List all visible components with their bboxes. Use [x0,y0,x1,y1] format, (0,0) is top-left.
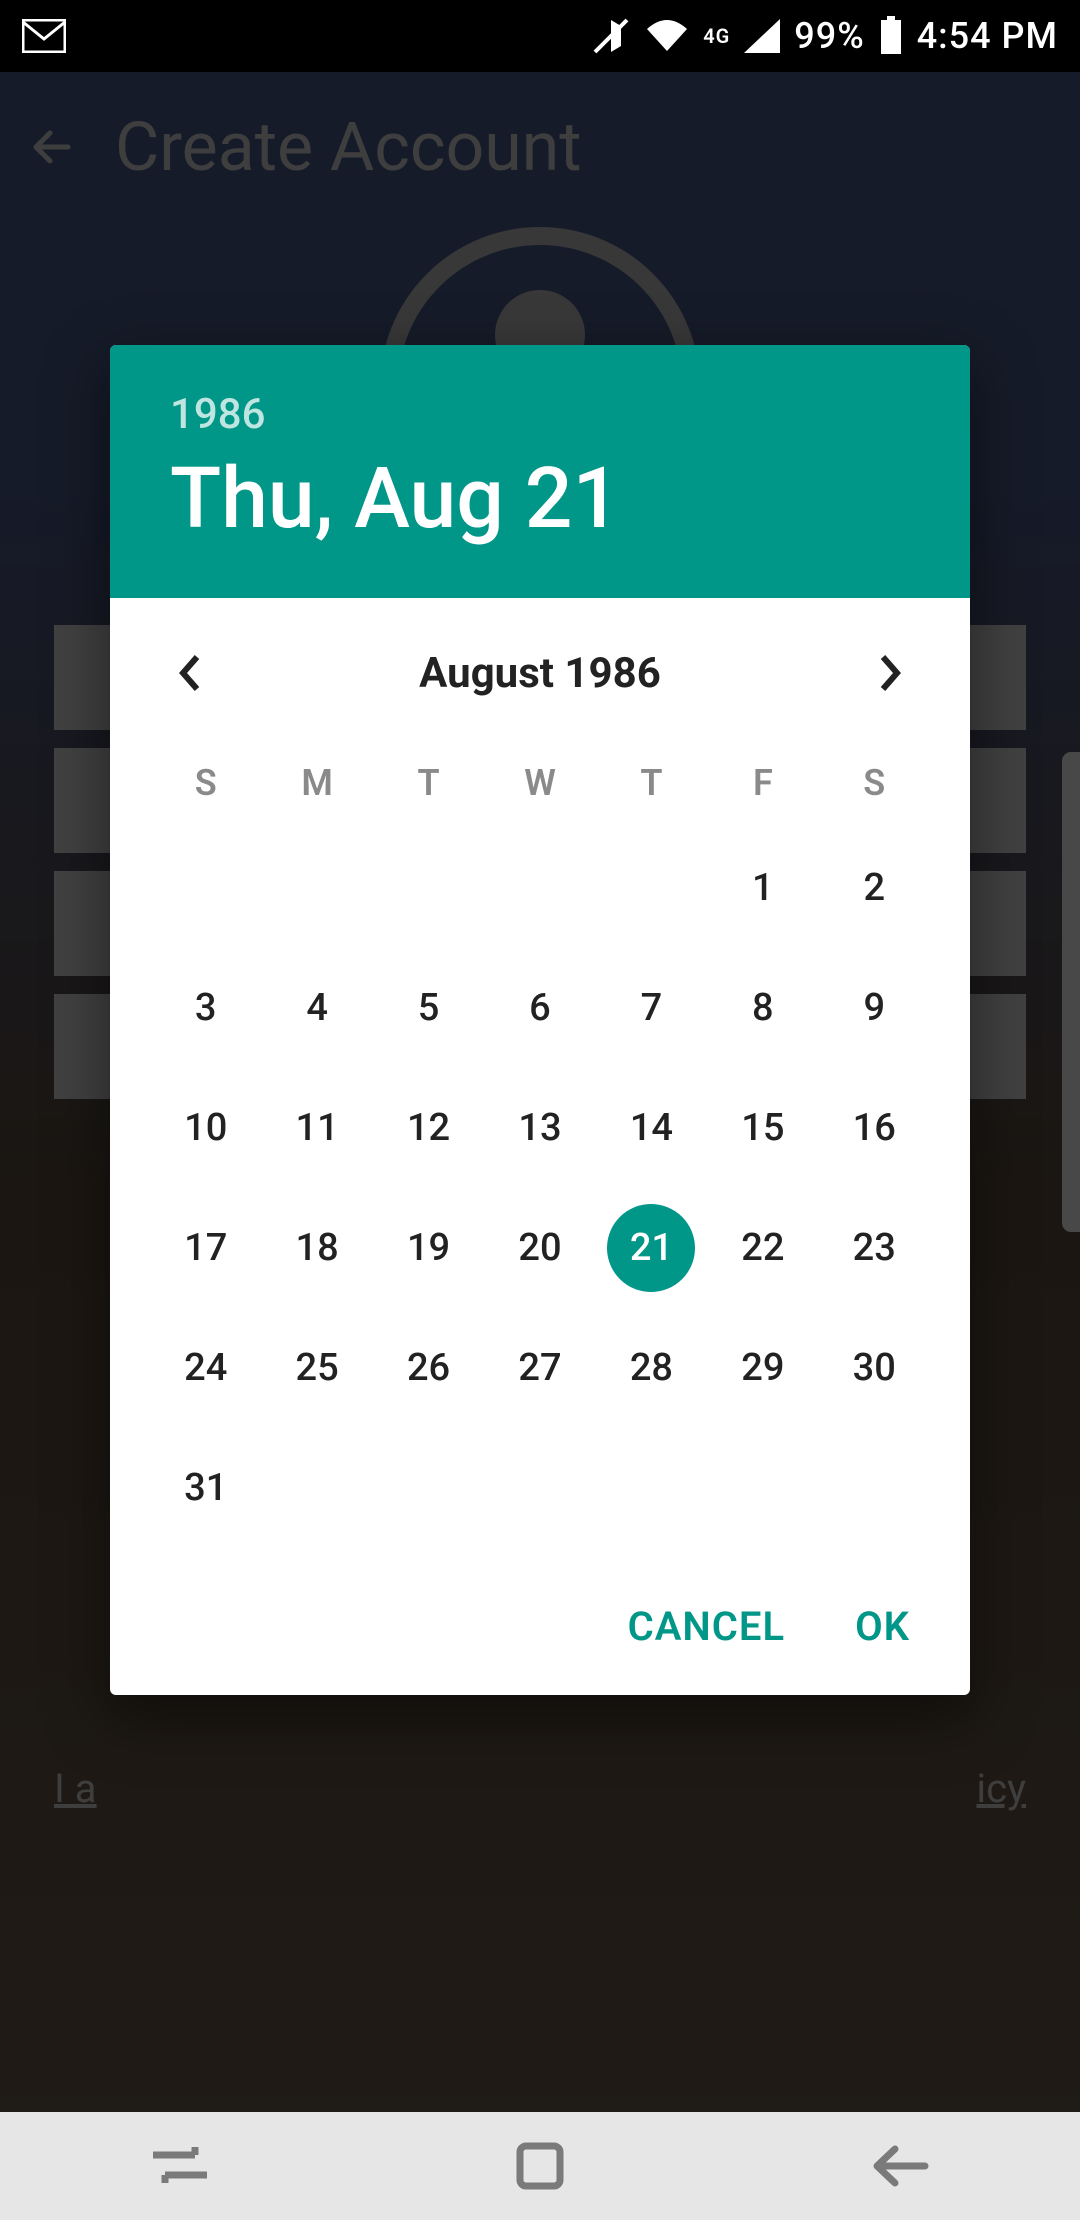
status-bar: 4G 99% 4:54 PM [0,0,1080,72]
calendar-day[interactable]: 8 [707,948,818,1068]
calendar-empty-cell [484,1428,595,1548]
month-year-label: August 1986 [419,649,661,698]
home-button[interactable] [500,2126,580,2206]
calendar-day[interactable]: 27 [484,1308,595,1428]
calendar-empty-cell [596,1428,707,1548]
calendar-day[interactable]: 9 [819,948,930,1068]
calendar-empty-cell [373,828,484,948]
header-date[interactable]: Thu, Aug 21 [170,449,910,548]
calendar-day[interactable]: 24 [150,1308,261,1428]
calendar-week-row: 10111213141516 [110,1068,970,1188]
calendar-day[interactable]: 31 [150,1428,261,1548]
calendar-day[interactable]: 1 [707,828,818,948]
clock-label: 4:54 PM [917,15,1058,57]
calendar-day[interactable]: 21 [596,1188,707,1308]
calendar-grid: 1234567891011121314151617181920212223242… [110,828,970,1568]
weekday-label: F [707,753,818,813]
calendar-day[interactable]: 25 [261,1308,372,1428]
calendar-day[interactable]: 20 [484,1188,595,1308]
calendar-day[interactable]: 13 [484,1068,595,1188]
header-year[interactable]: 1986 [170,390,910,439]
system-nav-bar [0,2112,1080,2220]
calendar-day[interactable]: 12 [373,1068,484,1188]
calendar-day[interactable]: 3 [150,948,261,1068]
recents-button[interactable] [140,2126,220,2206]
vibrate-silent-icon [591,16,631,56]
calendar-day[interactable]: 17 [150,1188,261,1308]
back-button[interactable] [860,2126,940,2206]
calendar-day[interactable]: 18 [261,1188,372,1308]
weekday-header-row: SMTWTFS [110,753,970,813]
ok-button[interactable]: OK [855,1603,910,1650]
signal-icon [744,19,780,53]
date-picker-dialog: 1986 Thu, Aug 21 August 1986 SMTWTFS 123… [110,345,970,1695]
calendar-week-row: 12 [110,828,970,948]
calendar-day[interactable]: 28 [596,1308,707,1428]
calendar-week-row: 31 [110,1428,970,1548]
calendar-day[interactable]: 7 [596,948,707,1068]
calendar-day[interactable]: 4 [261,948,372,1068]
calendar-empty-cell [150,828,261,948]
calendar-day[interactable]: 29 [707,1308,818,1428]
calendar-empty-cell [484,828,595,948]
cancel-button[interactable]: CANCEL [628,1603,785,1650]
weekday-label: M [261,753,372,813]
calendar-day[interactable]: 23 [819,1188,930,1308]
calendar-day[interactable]: 10 [150,1068,261,1188]
network-type-label: 4G [703,24,730,48]
wifi-icon [645,19,689,53]
next-month-button[interactable] [865,648,915,698]
calendar-day[interactable]: 11 [261,1068,372,1188]
calendar-day[interactable]: 2 [819,828,930,948]
calendar-week-row: 3456789 [110,948,970,1068]
calendar-empty-cell [819,1428,930,1548]
calendar-day[interactable]: 19 [373,1188,484,1308]
weekday-label: T [373,753,484,813]
gmail-icon [22,19,66,53]
calendar-empty-cell [261,1428,372,1548]
weekday-label: T [596,753,707,813]
battery-percent-label: 99% [794,15,864,57]
calendar-day[interactable]: 26 [373,1308,484,1428]
calendar-empty-cell [596,828,707,948]
calendar-week-row: 17181920212223 [110,1188,970,1308]
calendar-empty-cell [707,1428,818,1548]
battery-icon [879,16,903,56]
date-picker-header: 1986 Thu, Aug 21 [110,345,970,598]
weekday-label: W [484,753,595,813]
weekday-label: S [819,753,930,813]
prev-month-button[interactable] [165,648,215,698]
calendar-day[interactable]: 14 [596,1068,707,1188]
calendar-day[interactable]: 15 [707,1068,818,1188]
calendar-day[interactable]: 30 [819,1308,930,1428]
calendar-day[interactable]: 5 [373,948,484,1068]
calendar-day[interactable]: 16 [819,1068,930,1188]
calendar-day[interactable]: 6 [484,948,595,1068]
calendar-week-row: 24252627282930 [110,1308,970,1428]
calendar-day[interactable]: 22 [707,1188,818,1308]
calendar-empty-cell [373,1428,484,1548]
weekday-label: S [150,753,261,813]
calendar-empty-cell [261,828,372,948]
